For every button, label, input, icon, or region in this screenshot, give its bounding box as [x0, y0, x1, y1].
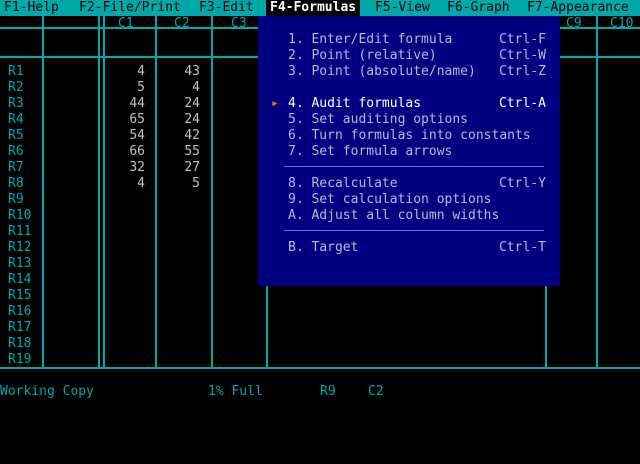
- cell-r3-c1[interactable]: 44: [105, 96, 145, 112]
- menu-item-point-relative[interactable]: 2. Point (relative): [288, 48, 437, 64]
- menu-item-adjust-column-widths[interactable]: A. Adjust all column widths: [288, 208, 499, 224]
- row-label[interactable]: R9: [8, 192, 24, 208]
- row-label[interactable]: R3: [8, 96, 24, 112]
- menu-item-set-auditing-options[interactable]: 5. Set auditing options: [288, 112, 468, 128]
- row-label[interactable]: R19: [8, 352, 31, 368]
- row-label[interactable]: R7: [8, 160, 24, 176]
- shortcut-label: Ctrl-A: [499, 96, 546, 111]
- cell-r1-c2[interactable]: 43: [160, 64, 200, 80]
- shortcut-label: Ctrl-T: [499, 240, 546, 255]
- menu-view[interactable]: F5-View: [371, 0, 434, 16]
- status-row: R9: [320, 384, 336, 399]
- row-label[interactable]: R15: [8, 288, 31, 304]
- row-label[interactable]: R5: [8, 128, 24, 144]
- menu-file-print[interactable]: F2-File/Print: [75, 0, 185, 16]
- row-label[interactable]: R17: [8, 320, 31, 336]
- menu-graph[interactable]: F6-Graph: [443, 0, 514, 16]
- column-header-c10[interactable]: C10: [610, 16, 633, 32]
- cell-r7-c1[interactable]: 32: [105, 160, 145, 176]
- menu-edit[interactable]: F3-Edit: [195, 0, 258, 16]
- col-divider: [98, 16, 100, 369]
- menu-help[interactable]: F1-Help: [0, 0, 63, 16]
- menu-bar: F1-Help F2-File/Print F3-Edit F4-Formula…: [0, 0, 640, 16]
- cell-r5-c1[interactable]: 54: [105, 128, 145, 144]
- menu-item-audit-formulas[interactable]: 4. Audit formulas: [288, 96, 421, 112]
- shortcut-label: Ctrl-F: [499, 32, 546, 47]
- menu-separator: [284, 166, 544, 167]
- menu-item-set-formula-arrows[interactable]: 7. Set formula arrows: [288, 144, 452, 160]
- selection-marker-icon: ▸: [271, 96, 279, 111]
- row-label[interactable]: R10: [8, 208, 31, 224]
- cell-r7-c2[interactable]: 27: [160, 160, 200, 176]
- shortcut-label: Ctrl-W: [499, 48, 546, 63]
- col-divider: [596, 16, 598, 369]
- row-label[interactable]: R14: [8, 272, 31, 288]
- col-divider: [155, 16, 157, 369]
- status-mode: Working Copy: [0, 384, 94, 399]
- cell-r2-c2[interactable]: 4: [160, 80, 200, 96]
- row-label[interactable]: R11: [8, 224, 31, 240]
- row-label[interactable]: R6: [8, 144, 24, 160]
- cell-r1-c1[interactable]: 4: [105, 64, 145, 80]
- cell-r4-c1[interactable]: 65: [105, 112, 145, 128]
- menu-item-point-absolute[interactable]: 3. Point (absolute/name): [288, 64, 476, 80]
- menu-item-formulas-to-constants[interactable]: 6. Turn formulas into constants: [288, 128, 531, 144]
- cell-r6-c1[interactable]: 66: [105, 144, 145, 160]
- cell-r8-c2[interactable]: 5: [160, 176, 200, 192]
- menu-item-enter-edit-formula[interactable]: 1. Enter/Edit formula: [288, 32, 452, 48]
- row-label[interactable]: R12: [8, 240, 31, 256]
- cell-r8-c1[interactable]: 4: [105, 176, 145, 192]
- menu-item-target[interactable]: B. Target: [288, 240, 358, 256]
- col-divider: [211, 16, 213, 369]
- cell-r6-c2[interactable]: 55: [160, 144, 200, 160]
- menu-appearance[interactable]: F7-Appearance: [523, 0, 633, 16]
- row-label[interactable]: R1: [8, 64, 24, 80]
- cell-r3-c2[interactable]: 24: [160, 96, 200, 112]
- menu-formulas[interactable]: F4-Formulas: [266, 0, 361, 16]
- row-label[interactable]: R4: [8, 112, 24, 128]
- status-memory: 1% Full: [208, 384, 263, 399]
- column-header-c1[interactable]: C1: [118, 16, 134, 32]
- formulas-menu: 1. Enter/Edit formula Ctrl-F 2. Point (r…: [258, 16, 560, 286]
- row-label[interactable]: R8: [8, 176, 24, 192]
- row-label-divider: [42, 16, 44, 369]
- row-label[interactable]: R18: [8, 336, 31, 352]
- status-bar: Working Copy 1% Full R9 C2: [0, 384, 640, 400]
- status-col: C2: [368, 384, 384, 399]
- row-label[interactable]: R2: [8, 80, 24, 96]
- column-header-c3[interactable]: C3: [231, 16, 247, 32]
- menu-item-recalculate[interactable]: 8. Recalculate: [288, 176, 398, 192]
- shortcut-label: Ctrl-Y: [499, 176, 546, 191]
- menu-item-set-calculation-options[interactable]: 9. Set calculation options: [288, 192, 492, 208]
- row-label[interactable]: R16: [8, 304, 31, 320]
- column-header-c9[interactable]: C9: [566, 16, 582, 32]
- column-header-c2[interactable]: C2: [174, 16, 190, 32]
- row-label[interactable]: R13: [8, 256, 31, 272]
- shortcut-label: Ctrl-Z: [499, 64, 546, 79]
- grid-bottom-rule: [0, 367, 640, 369]
- cell-r2-c1[interactable]: 5: [105, 80, 145, 96]
- cell-r4-c2[interactable]: 24: [160, 112, 200, 128]
- menu-separator: [284, 230, 544, 231]
- cell-r5-c2[interactable]: 42: [160, 128, 200, 144]
